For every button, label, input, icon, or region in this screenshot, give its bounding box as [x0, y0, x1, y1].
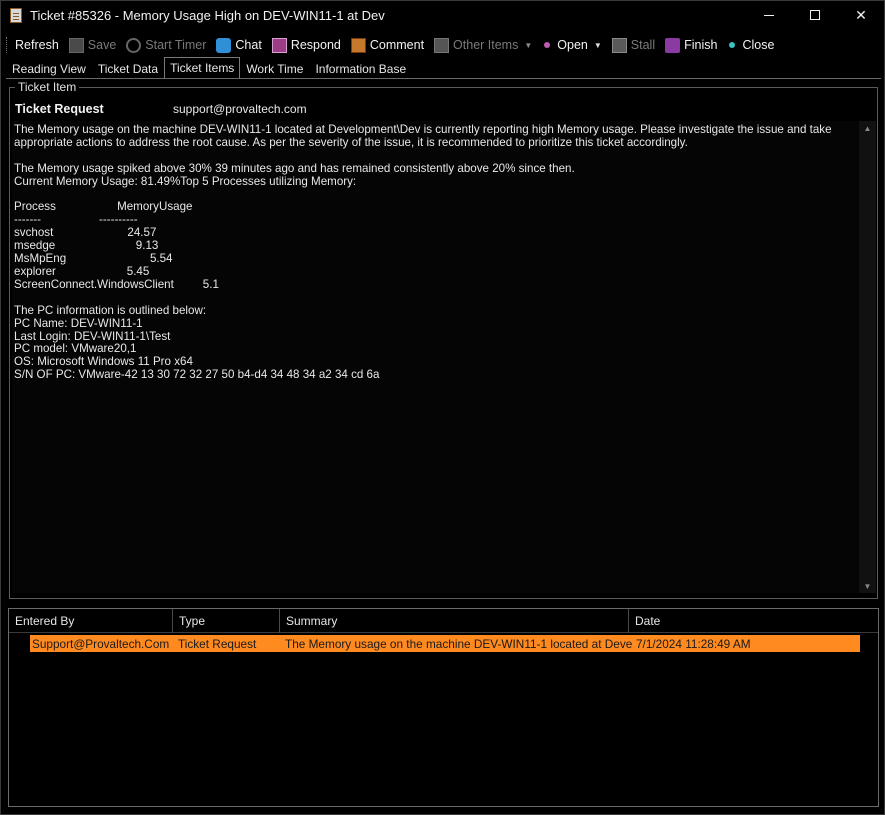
open-label: Open	[557, 38, 588, 52]
column-header-entered-by[interactable]: Entered By	[9, 609, 173, 633]
chat-icon	[216, 37, 232, 53]
respond-button[interactable]: Respond	[271, 37, 341, 53]
title-bar: Ticket #85326 - Memory Usage High on DEV…	[1, 1, 884, 29]
ticket-window: Ticket #85326 - Memory Usage High on DEV…	[0, 0, 885, 815]
ticket-item-header: Ticket Request support@provaltech.com	[15, 101, 855, 117]
comment-icon	[350, 37, 366, 53]
toolbar: Refresh Save Start Timer Chat Respond Co…	[1, 33, 884, 57]
column-header-type[interactable]: Type	[173, 609, 280, 633]
save-label: Save	[87, 38, 117, 52]
scroll-up-icon[interactable]: ▲	[859, 121, 876, 135]
close-ticket-button[interactable]: Close	[727, 38, 774, 52]
ticket-item-group-label: Ticket Item	[15, 80, 80, 94]
finish-icon	[665, 37, 681, 53]
chevron-down-icon: ▼	[524, 40, 533, 50]
tab-reading-view[interactable]: Reading View	[6, 59, 92, 79]
finish-button[interactable]: Finish	[665, 37, 718, 53]
start-timer-label: Start Timer	[145, 38, 207, 52]
other-items-icon	[434, 37, 450, 53]
respond-icon	[271, 37, 287, 53]
column-label: Type	[179, 614, 206, 628]
tab-information-base[interactable]: Information Base	[309, 59, 412, 79]
finish-label: Finish	[684, 38, 718, 52]
minimize-icon	[764, 14, 774, 16]
close-icon: ✕	[855, 6, 867, 23]
minimize-button[interactable]	[746, 1, 792, 29]
column-label: Entered By	[15, 614, 75, 628]
close-label: Close	[742, 38, 775, 52]
comment-button[interactable]: Comment	[350, 37, 425, 53]
chevron-down-icon: ▼	[593, 40, 602, 50]
refresh-label: Refresh	[15, 38, 59, 52]
toolbar-grip[interactable]	[6, 37, 9, 53]
column-label: Date	[635, 614, 661, 628]
cell-summary: The Memory usage on the machine DEV-WIN1…	[285, 636, 632, 651]
ticket-item-body[interactable]: The Memory usage on the machine DEV-WIN1…	[12, 121, 859, 593]
body-scrollbar[interactable]: ▲ ▼	[859, 121, 876, 593]
cell-type: Ticket Request	[178, 636, 257, 651]
tab-ticket-data[interactable]: Ticket Data	[92, 59, 164, 79]
tab-label: Information Base	[315, 62, 407, 76]
tab-label: Ticket Items	[170, 61, 235, 75]
close-status-dot-icon	[729, 42, 736, 48]
chat-label: Chat	[235, 38, 262, 52]
column-header-summary[interactable]: Summary	[280, 609, 629, 633]
tab-label: Reading View	[12, 62, 86, 76]
tab-ticket-items[interactable]: Ticket Items	[164, 57, 241, 79]
save-button[interactable]: Save	[68, 37, 117, 53]
window-controls: ✕	[746, 1, 884, 29]
comment-label: Comment	[369, 38, 425, 52]
column-header-date[interactable]: Date	[629, 609, 859, 633]
maximize-icon	[810, 10, 820, 20]
tab-work-time[interactable]: Work Time	[240, 59, 309, 79]
refresh-button[interactable]: Refresh	[15, 38, 59, 52]
close-window-button[interactable]: ✕	[838, 1, 884, 29]
stall-label: Stall	[630, 38, 656, 52]
respond-label: Respond	[290, 38, 341, 52]
ticket-item-body-text: The Memory usage on the machine DEV-WIN1…	[14, 123, 832, 382]
tab-divider	[6, 78, 881, 79]
tab-label: Work Time	[246, 62, 304, 76]
ticket-item-email: support@provaltech.com	[173, 102, 307, 116]
other-items-label: Other Items	[453, 38, 519, 52]
grid-header: Entered By Type Summary Date	[9, 609, 878, 633]
cell-date: 7/1/2024 11:28:49 AM	[636, 636, 751, 651]
other-items-button[interactable]: Other Items ▼	[434, 37, 533, 53]
tab-label: Ticket Data	[97, 62, 159, 76]
save-icon	[68, 37, 84, 53]
column-label: Summary	[286, 614, 338, 628]
stall-button[interactable]: Stall	[611, 37, 656, 53]
tab-strip: Reading View Ticket Data Ticket Items Wo…	[6, 57, 412, 79]
start-timer-button[interactable]: Start Timer	[126, 37, 207, 53]
ticket-items-grid: Entered By Type Summary Date Support@Pro…	[8, 608, 879, 807]
maximize-button[interactable]	[792, 1, 838, 29]
ticket-document-icon	[10, 7, 22, 23]
cell-entered-by: Support@Provaltech.Com	[32, 636, 170, 651]
chat-button[interactable]: Chat	[216, 37, 262, 53]
scroll-down-icon[interactable]: ▼	[859, 579, 876, 593]
table-row[interactable]: Support@Provaltech.Com Ticket Request Th…	[30, 635, 860, 652]
ticket-item-type: Ticket Request	[15, 102, 104, 116]
open-status-button[interactable]: Open ▼	[542, 38, 602, 52]
window-title: Ticket #85326 - Memory Usage High on DEV…	[30, 7, 385, 23]
stall-icon	[611, 37, 627, 53]
timer-icon	[126, 37, 142, 53]
open-status-dot-icon	[544, 42, 551, 48]
